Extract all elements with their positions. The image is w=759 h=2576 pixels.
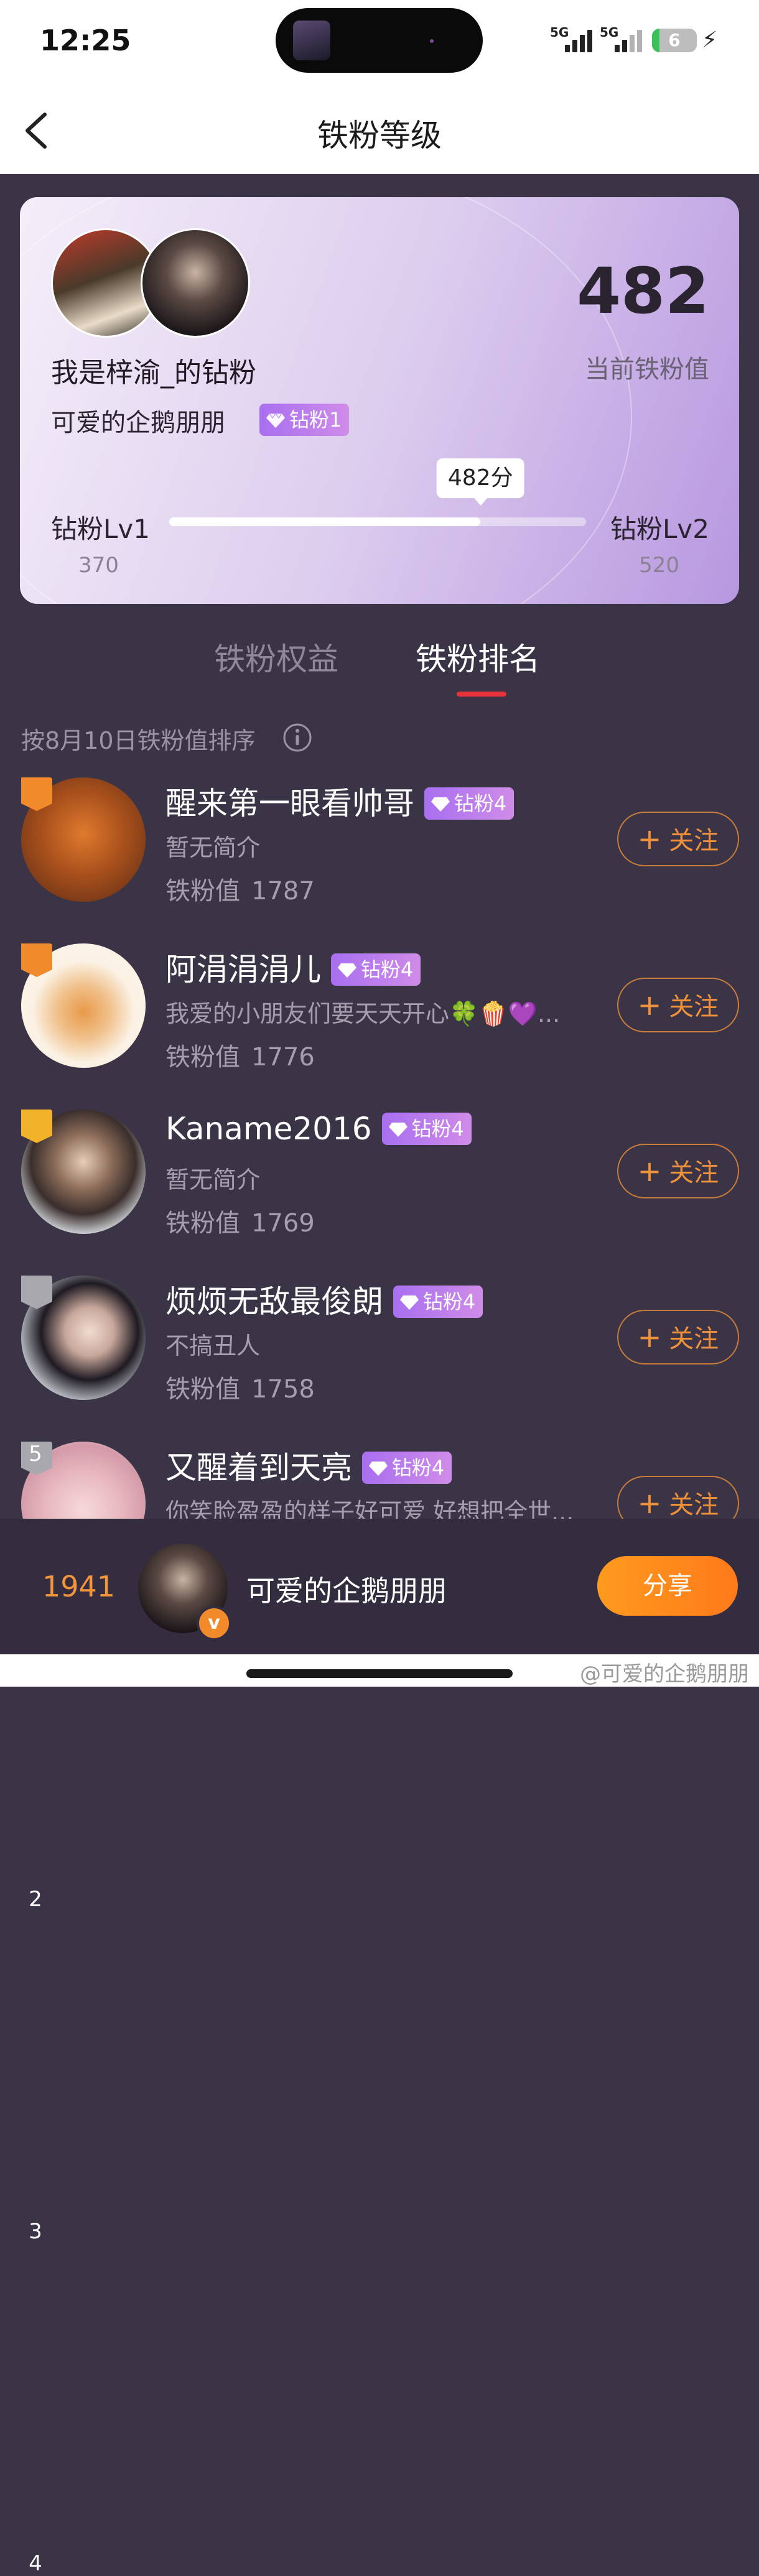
diamond-icon [399, 1295, 419, 1310]
rank-badge [21, 777, 52, 811]
card-username: 可爱的企鹅朋朋 [51, 409, 225, 437]
tab-fan-ranking[interactable]: 铁粉排名 [416, 634, 540, 679]
my-rank-number: 1941 [42, 1570, 116, 1603]
follow-button[interactable]: + 关注 [617, 978, 739, 1032]
rank-badge [21, 943, 52, 977]
rank-number: 4 [29, 2551, 42, 2576]
user-bio: 暂无简介 [165, 1166, 261, 1193]
fan-group-name: 我是梓渝_的钻粉 [51, 357, 256, 389]
my-ranking-bar: 1941 v 可爱的企鹅朋朋 分享 [0, 1519, 759, 1654]
fan-level-card: 我是梓渝_的钻粉 可爱的企鹅朋朋 钻粉1 482 当前铁粉值 482分 钻粉Lv… [20, 197, 739, 604]
current-level-label: 钻粉Lv1 [51, 514, 150, 544]
user-bio: 暂无简介 [165, 834, 261, 861]
user-fan-score: 铁粉值 1787 [165, 877, 315, 906]
user-bio: 你笑脸盈盈的样子好可爱 好想把全世... [165, 1498, 574, 1519]
progress-tooltip: 482分 [436, 458, 524, 506]
info-icon[interactable] [282, 723, 312, 753]
ranking-row[interactable]: 5 又醒着到天亮 钻粉4 你笑脸盈盈的样子好可爱 好想把全世... + 关注 [0, 1442, 759, 1519]
level-progress-bar [169, 517, 586, 526]
island-indicator-dot [430, 39, 434, 43]
rank-badge [21, 1276, 52, 1309]
rank-number: 2 [29, 1887, 42, 1912]
ranking-row[interactable]: 2 阿涓涓涓儿 钻粉4 我爱的小朋友们要天天开心🍀🍿💜... 铁粉值 1776 +… [0, 943, 759, 1912]
user-bio: 不搞丑人 [165, 1332, 261, 1360]
user-level-badge: 钻粉4 [330, 953, 421, 986]
watermark: @可爱的企鹅朋朋 [580, 1662, 749, 1687]
sort-description: 按8月10日铁粉值排序 [21, 727, 256, 754]
active-tab-indicator [457, 692, 506, 697]
ranking-row[interactable]: 3 Kaname2016 钻粉4 暂无简介 铁粉值 1769 + 关注 [0, 1110, 759, 2244]
user-level-badge: 钻粉4 [424, 787, 515, 820]
user-level-badge: 钻粉4 [393, 1286, 483, 1318]
current-fan-score-label: 当前铁粉值 [585, 355, 709, 384]
charging-icon: ⚡ [702, 27, 718, 53]
ranking-row[interactable]: 1 醒来第一眼看帅哥 钻粉4 暂无简介 铁粉值1787 +关注 [0, 777, 759, 1580]
home-indicator[interactable] [246, 1669, 513, 1678]
level-progress-fill [169, 517, 481, 526]
user-name: 阿涓涓涓儿 钻粉4 [165, 945, 421, 989]
follow-button[interactable]: + 关注 [617, 812, 739, 866]
idol-avatar[interactable] [141, 228, 250, 338]
user-fan-score: 铁粉值 1758 [165, 1375, 315, 1404]
current-level-threshold: 370 [78, 553, 119, 578]
cellular-signal-icon: 5G [550, 25, 600, 56]
user-name: 醒来第一眼看帅哥 钻粉4 [165, 779, 515, 823]
battery-level: 6 [668, 30, 681, 50]
now-playing-thumbnail [293, 21, 330, 60]
cellular-signal-icon-2: 5G [600, 25, 650, 56]
user-level-badge: 钻粉4 [381, 1113, 472, 1145]
user-name: 烦烦无敌最俊朗 钻粉4 [165, 1277, 483, 1322]
nav-header: 铁粉等级 [0, 87, 759, 174]
current-fan-score: 482 [577, 254, 709, 328]
follow-button[interactable]: + 关注 [617, 1476, 739, 1519]
diamond-icon [266, 412, 285, 428]
status-time: 12:25 [40, 24, 131, 57]
battery-icon: 6 [652, 29, 697, 52]
status-bar: 12:25 5G 5G 6 ⚡ [0, 0, 759, 87]
rank-badge [21, 1110, 52, 1143]
user-bio: 我爱的小朋友们要天天开心🍀🍿💜... [165, 1000, 561, 1027]
diamond-icon [337, 963, 356, 978]
user-fan-score: 铁粉值 1769 [165, 1209, 315, 1238]
page-title: 铁粉等级 [317, 118, 442, 154]
next-level-threshold: 520 [639, 553, 679, 578]
dynamic-island [276, 8, 483, 73]
verified-icon: v [197, 1606, 231, 1641]
rank-number: 3 [29, 2219, 42, 2244]
tab-fan-benefits[interactable]: 铁粉权益 [214, 634, 338, 679]
user-name: Kaname2016 钻粉4 [165, 1111, 472, 1147]
rank-number: 5 [29, 1442, 42, 1466]
my-username: 可爱的企鹅朋朋 [246, 1574, 447, 1608]
diamond-icon [368, 1462, 388, 1476]
next-level-label: 钻粉Lv2 [610, 514, 709, 544]
follow-button[interactable]: + 关注 [617, 1144, 739, 1198]
follow-button[interactable]: + 关注 [617, 1310, 739, 1364]
user-name: 又醒着到天亮 钻粉4 [165, 1443, 452, 1488]
user-level-badge: 钻粉4 [361, 1452, 452, 1484]
ranking-row[interactable]: 4 烦烦无敌最俊朗 钻粉4 不搞丑人 铁粉值 1758 + 关注 [0, 1276, 759, 2576]
diamond-icon [431, 797, 450, 812]
fan-level-badge: 钻粉1 [259, 404, 350, 436]
share-button[interactable]: 分享 [597, 1556, 738, 1616]
user-fan-score: 铁粉值 1776 [165, 1043, 315, 1072]
diamond-icon [388, 1123, 407, 1137]
